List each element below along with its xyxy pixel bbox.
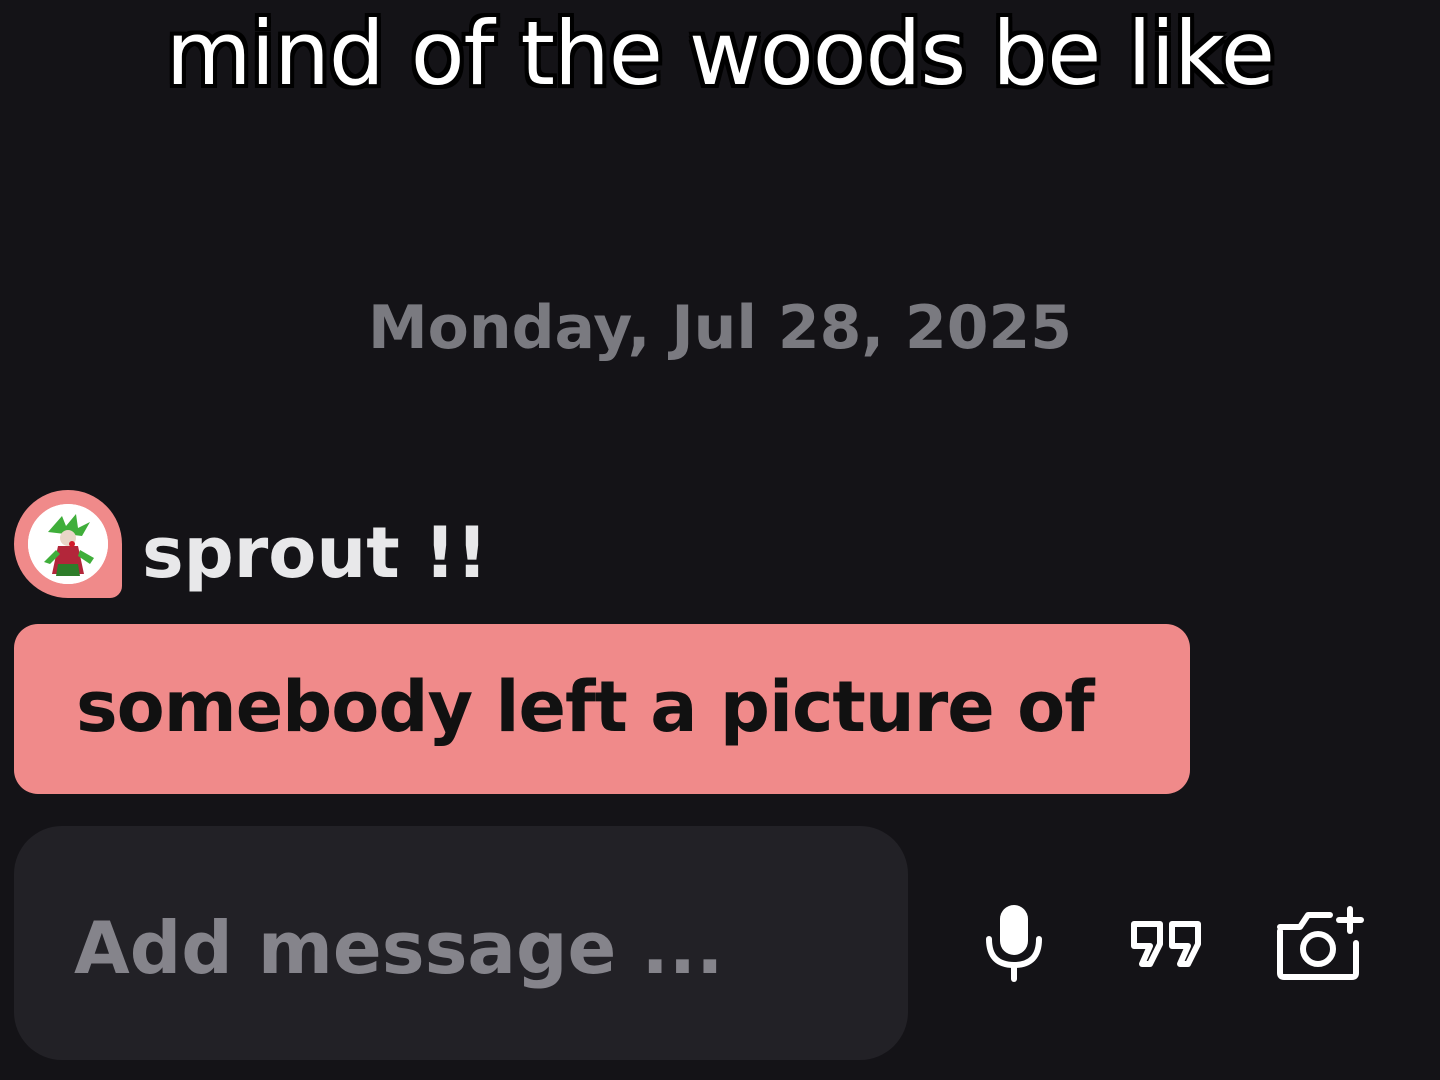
avatar-image	[28, 504, 108, 584]
message-text: somebody left a picture of	[76, 666, 1095, 748]
camera-button[interactable]	[1270, 898, 1370, 988]
sender-name[interactable]: sprout !!	[142, 508, 488, 598]
chat-screen: mind of the woods be like Monday, Jul 28…	[0, 0, 1440, 1080]
quote-button[interactable]	[1118, 898, 1218, 988]
date-divider: Monday, Jul 28, 2025	[367, 293, 1073, 363]
message-input[interactable]	[74, 898, 874, 998]
character-avatar-icon	[28, 504, 108, 584]
avatar[interactable]	[14, 490, 122, 598]
message-bubble[interactable]: somebody left a picture of	[14, 624, 1190, 794]
video-caption: mind of the woods be like	[165, 2, 1275, 105]
message-composer[interactable]	[14, 826, 908, 1060]
quote-icon	[1131, 921, 1201, 967]
camera-add-icon	[1277, 906, 1364, 980]
microphone-button[interactable]	[964, 898, 1064, 988]
microphone-icon	[986, 905, 1042, 982]
